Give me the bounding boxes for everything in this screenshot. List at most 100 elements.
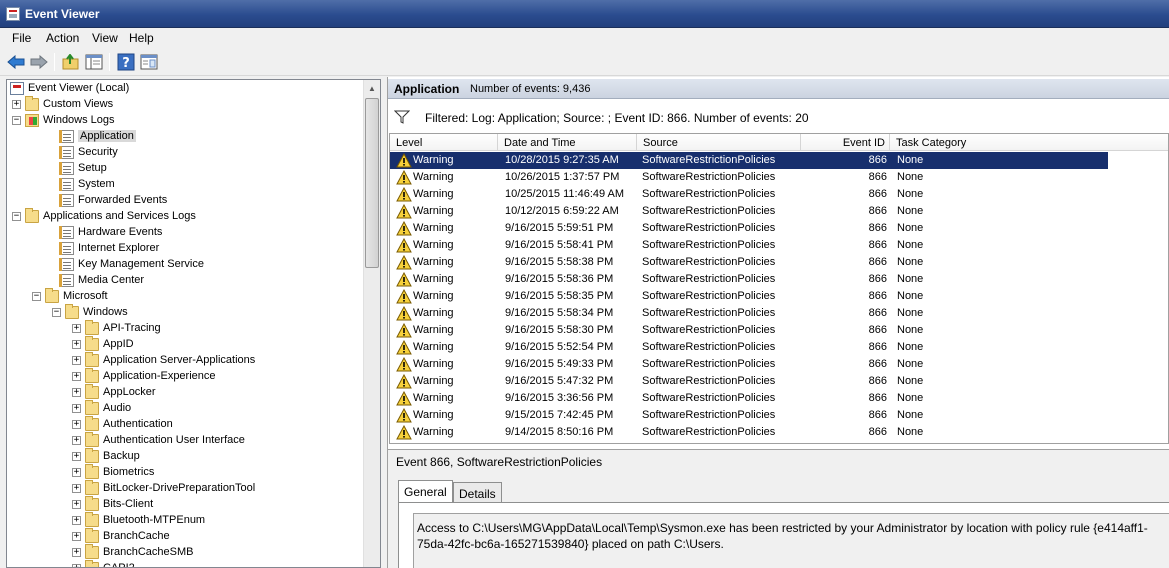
- tree-node[interactable]: Key Management Service: [47, 256, 204, 272]
- table-row[interactable]: Warning 9/16/2015 5:58:35 PM SoftwareRestr…: [390, 288, 1168, 305]
- table-row[interactable]: Warning 10/12/2015 6:59:22 AM SoftwareRest…: [390, 203, 1168, 220]
- expand-icon[interactable]: +: [72, 435, 81, 445]
- expand-icon[interactable]: +: [72, 547, 81, 557]
- warning-icon: [396, 306, 412, 321]
- expand-icon[interactable]: +: [72, 355, 81, 365]
- table-row[interactable]: Warning 9/14/2015 8:50:16 PM SoftwareRestr…: [390, 424, 1168, 441]
- column-header-event-id[interactable]: Event ID: [801, 134, 890, 151]
- tree-node[interactable]: Event Viewer (Local): [10, 80, 129, 96]
- table-row[interactable]: Warning 9/16/2015 5:58:38 PM SoftwareRestr…: [390, 254, 1168, 271]
- tree-node[interactable]: + Application-Experience: [72, 367, 216, 384]
- tree-node[interactable]: Setup: [47, 160, 107, 176]
- scroll-thumb[interactable]: [365, 98, 379, 268]
- expand-icon[interactable]: +: [72, 323, 81, 333]
- tree-node[interactable]: Security: [47, 144, 118, 160]
- expand-icon[interactable]: +: [72, 339, 81, 349]
- events-grid[interactable]: Level Date and Time Source Event ID Task…: [389, 133, 1169, 444]
- tree-node[interactable]: + API-Tracing: [72, 319, 161, 336]
- tab-general[interactable]: General: [398, 480, 453, 504]
- console-tree-icon[interactable]: [84, 52, 104, 72]
- collapse-icon[interactable]: −: [32, 291, 41, 301]
- table-row[interactable]: Warning 9/16/2015 5:58:30 PM SoftwareRestr…: [390, 322, 1168, 339]
- forward-arrow-icon[interactable]: [29, 52, 49, 72]
- tree-node[interactable]: + CAPI2: [72, 559, 135, 567]
- tree-node[interactable]: + BitLocker-DrivePreparationTool: [72, 479, 255, 496]
- expand-icon[interactable]: +: [72, 531, 81, 541]
- tree-node[interactable]: + Audio: [72, 399, 131, 416]
- table-row[interactable]: Warning 10/28/2015 9:27:35 AM SoftwareRest…: [390, 152, 1108, 169]
- tree-node[interactable]: Forwarded Events: [47, 192, 167, 208]
- table-row[interactable]: Warning 9/15/2015 7:42:45 PM SoftwareRestr…: [390, 407, 1168, 424]
- tree-node[interactable]: Application: [47, 128, 136, 144]
- expand-icon[interactable]: +: [72, 483, 81, 493]
- collapse-icon[interactable]: −: [52, 307, 61, 317]
- menu-file[interactable]: File: [12, 31, 31, 45]
- tree-node[interactable]: + BranchCache: [72, 527, 170, 544]
- tree-node[interactable]: Hardware Events: [47, 224, 162, 240]
- cell-date-time: 10/25/2015 11:46:49 AM: [505, 188, 625, 200]
- expand-icon[interactable]: +: [72, 563, 81, 567]
- scroll-up-icon[interactable]: ▲: [364, 80, 380, 97]
- table-row[interactable]: Warning 9/16/2015 5:52:54 PM SoftwareRestr…: [390, 339, 1168, 356]
- table-row[interactable]: Warning 9/16/2015 5:47:32 PM SoftwareRestr…: [390, 373, 1168, 390]
- tree-node[interactable]: + Application Server-Applications: [72, 351, 255, 368]
- tree-node[interactable]: + Custom Views: [12, 95, 113, 112]
- tree-node[interactable]: Media Center: [47, 272, 144, 288]
- cell-task-category: None: [897, 273, 924, 285]
- table-row[interactable]: Warning 9/16/2015 5:58:34 PM SoftwareRestr…: [390, 305, 1168, 322]
- tree-node[interactable]: + Bluetooth-MTPEnum: [72, 511, 205, 528]
- tree-node[interactable]: + Backup: [72, 447, 140, 464]
- expand-icon[interactable]: +: [72, 499, 81, 509]
- event-viewer-icon: [10, 81, 24, 95]
- tree-node[interactable]: − Applications and Services Logs: [12, 207, 196, 224]
- expand-icon[interactable]: +: [72, 515, 81, 525]
- tree-scrollbar[interactable]: ▲: [363, 80, 380, 567]
- menu-view[interactable]: View: [92, 31, 118, 45]
- tree-node[interactable]: + Bits-Client: [72, 495, 153, 512]
- help-icon[interactable]: ?: [116, 52, 136, 72]
- tree-node[interactable]: System: [47, 176, 115, 192]
- tree-node[interactable]: − Microsoft: [32, 287, 108, 304]
- table-row[interactable]: Warning 10/25/2015 11:46:49 AM SoftwareRes…: [390, 186, 1168, 203]
- table-row[interactable]: Warning 9/16/2015 3:36:56 PM SoftwareRestr…: [390, 390, 1168, 407]
- table-row[interactable]: Warning 9/16/2015 5:58:36 PM SoftwareRestr…: [390, 271, 1168, 288]
- expand-icon[interactable]: +: [72, 371, 81, 381]
- event-message[interactable]: Access to C:\Users\MG\AppData\Local\Temp…: [413, 513, 1169, 568]
- tree-node[interactable]: + AppLocker: [72, 383, 156, 400]
- collapse-icon[interactable]: −: [12, 211, 21, 221]
- column-header-level[interactable]: Level: [390, 134, 498, 151]
- tab-details[interactable]: Details: [453, 482, 502, 504]
- tree-node[interactable]: + Authentication: [72, 415, 173, 432]
- column-header-source[interactable]: Source: [637, 134, 801, 151]
- back-arrow-icon[interactable]: [6, 52, 26, 72]
- expand-icon[interactable]: +: [72, 451, 81, 461]
- tree-node[interactable]: + Authentication User Interface: [72, 431, 245, 448]
- tree-node[interactable]: + AppID: [72, 335, 134, 352]
- table-row[interactable]: Warning 9/16/2015 5:49:33 PM SoftwareRestr…: [390, 356, 1168, 373]
- tree-node[interactable]: + Biometrics: [72, 463, 154, 480]
- table-row[interactable]: Warning 9/16/2015 5:59:51 PM SoftwareRestr…: [390, 220, 1168, 237]
- tree-node[interactable]: − Windows: [52, 303, 128, 320]
- column-header-date[interactable]: Date and Time: [498, 134, 637, 151]
- expand-icon[interactable]: +: [72, 387, 81, 397]
- cell-level: Warning: [413, 256, 454, 268]
- properties-icon[interactable]: [139, 52, 159, 72]
- expand-icon[interactable]: +: [12, 99, 21, 109]
- column-header-task-category[interactable]: Task Category: [890, 134, 1168, 151]
- expand-icon[interactable]: +: [72, 403, 81, 413]
- tree-node[interactable]: + BranchCacheSMB: [72, 543, 194, 560]
- menu-help[interactable]: Help: [129, 31, 154, 45]
- table-row[interactable]: Warning 10/26/2015 1:37:57 PM SoftwareRest…: [390, 169, 1168, 186]
- collapse-icon[interactable]: −: [12, 115, 21, 125]
- cell-task-category: None: [897, 188, 924, 200]
- up-folder-icon[interactable]: [61, 52, 81, 72]
- title-bar[interactable]: Event Viewer: [0, 0, 1169, 28]
- table-row[interactable]: Warning 9/16/2015 5:58:41 PM SoftwareRestr…: [390, 237, 1168, 254]
- tree-node[interactable]: Internet Explorer: [47, 240, 159, 256]
- console-tree[interactable]: Event Viewer (Local) + Custom Views − Window…: [6, 79, 381, 568]
- expand-icon[interactable]: +: [72, 467, 81, 477]
- menu-action[interactable]: Action: [46, 31, 79, 45]
- tree-node-label: System: [78, 178, 115, 190]
- tree-node[interactable]: − Windows Logs: [12, 112, 115, 128]
- expand-icon[interactable]: +: [72, 419, 81, 429]
